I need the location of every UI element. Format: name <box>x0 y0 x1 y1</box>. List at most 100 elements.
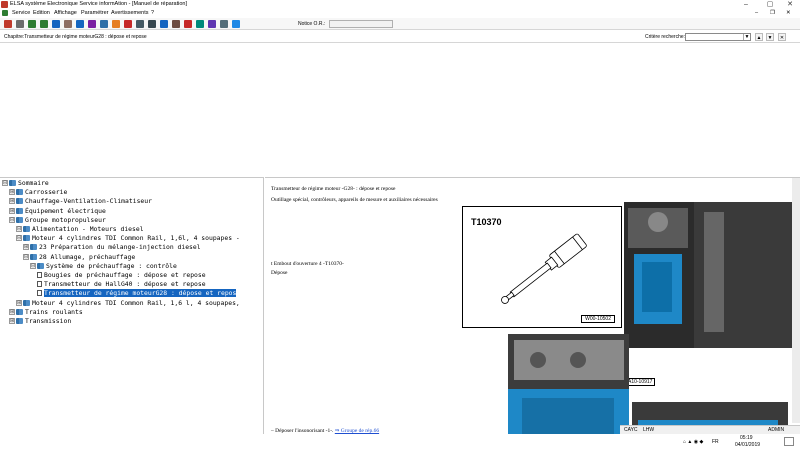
collapse-icon[interactable]: ⊟ <box>9 216 15 223</box>
critere-search-input[interactable]: ▼ <box>685 33 751 41</box>
expand-icon[interactable]: ⊞ <box>16 299 22 306</box>
tree-node[interactable]: ⊟ Système de préchauffage : contrôle <box>30 262 177 271</box>
tree-node[interactable]: ⊟ Alimentation - Moteurs diesel <box>16 225 144 234</box>
content-heading: Transmetteur de régime moteur -G28- : dé… <box>271 186 396 192</box>
catalog-icon[interactable] <box>172 20 180 28</box>
forward-icon[interactable] <box>40 20 48 28</box>
tree-node-label: 28 Allumage, préchauffage <box>39 252 136 261</box>
book-icon <box>23 299 30 306</box>
tree-node[interactable]: Bougies de préchauffage : dépose et repo… <box>37 271 206 280</box>
doc-restore-button[interactable]: ❐ <box>770 10 775 16</box>
tree-node-label: Transmetteur de régime moteurG28 : dépos… <box>44 289 237 298</box>
tree-node-label: Groupe motopropulseur <box>25 215 106 224</box>
zoom-icon[interactable] <box>220 20 228 28</box>
mail-icon[interactable] <box>208 20 216 28</box>
save-icon[interactable] <box>160 20 168 28</box>
collapse-icon[interactable]: ⊟ <box>23 253 29 260</box>
menu-parametrer[interactable]: Paramétrer <box>81 10 109 16</box>
notification-icon[interactable] <box>784 437 794 446</box>
critere-label: Critère recherche: <box>645 34 686 40</box>
tree-node-label: Équipement électrique <box>25 206 106 215</box>
tree-node[interactable]: ⊞ Moteur 4 cylindres TDI Common Rail, 1,6… <box>16 299 240 308</box>
expand-icon[interactable]: ⊞ <box>9 189 15 196</box>
menu-edition[interactable]: Edition <box>33 10 50 16</box>
tree-icon[interactable] <box>52 20 60 28</box>
tree-node[interactable]: ⊞ Équipement électrique <box>9 207 106 216</box>
tree-node[interactable]: ⊟ Moteur 4 cylindres TDI Common Rail, 1,6… <box>16 234 240 243</box>
tree-node[interactable]: ⊟ Sommaire <box>2 179 49 188</box>
expand-icon[interactable]: ⊞ <box>9 207 15 214</box>
content-scrollbar[interactable] <box>792 178 800 423</box>
tree-node[interactable]: Transmetteur de HallG40 : dépose et repo… <box>37 280 206 289</box>
engine-bottom-drawing <box>508 334 629 450</box>
home-icon[interactable] <box>88 20 96 28</box>
tree-node-label: Moteur 4 cylindres TDI Common Rail, 1,6 … <box>32 298 240 307</box>
info-icon[interactable] <box>76 20 84 28</box>
car-icon[interactable] <box>184 20 192 28</box>
status-caps: CAYC <box>624 427 638 433</box>
book-icon[interactable] <box>100 20 108 28</box>
content-panel: Transmetteur de régime moteur -G28- : dé… <box>265 177 800 450</box>
expand-icon[interactable]: ⊞ <box>23 244 29 251</box>
taskbar-icons[interactable]: ⌂ ▲ ◉ ◆ <box>683 439 703 445</box>
language-indicator[interactable]: FR <box>712 439 719 445</box>
tree-node-label: Bougies de préchauffage : dépose et repo… <box>44 271 206 279</box>
back-icon[interactable] <box>28 20 36 28</box>
expand-icon[interactable]: ⊞ <box>9 318 15 324</box>
doc-close-button[interactable]: ✕ <box>786 10 791 16</box>
notice-input[interactable] <box>329 20 393 28</box>
history-icon[interactable] <box>64 20 72 28</box>
tool-icon[interactable] <box>136 20 144 28</box>
menu-help[interactable]: ? <box>151 10 154 16</box>
minimize-button[interactable]: – <box>736 0 756 9</box>
tree-node-label: Trains roulants <box>25 307 83 316</box>
tree-node[interactable]: ⊞ Transmission <box>9 317 71 326</box>
note-icon[interactable] <box>196 20 204 28</box>
tree-node-label: Moteur 4 cylindres TDI Common Rail, 1,6l… <box>32 234 240 243</box>
tree-node-label: Transmetteur de HallG40 : dépose et repo… <box>44 280 206 289</box>
toolbar: Notice O.R.: <box>0 18 800 30</box>
socket-tool-drawing <box>501 233 587 304</box>
search-clear-button[interactable]: ✕ <box>778 33 786 41</box>
search-down-button[interactable]: ▼ <box>766 33 774 41</box>
tree-node[interactable]: ⊟ Groupe motopropulseur <box>9 216 106 225</box>
expand-icon[interactable]: ⊞ <box>9 308 15 315</box>
menu-service[interactable]: Service <box>12 10 30 16</box>
engine-photo-drawing <box>624 202 800 348</box>
tool-illustration: T10370 W00-10502 <box>462 206 622 328</box>
tools-intro: Outillage spécial, contrôleurs, appareil… <box>271 197 438 203</box>
tree-panel: ⊟ Sommaire ⊞ Carrosserie ⊞ Chauffage-Ventilat… <box>0 177 264 450</box>
doc-minimize-button[interactable]: – <box>755 10 758 16</box>
battery-icon[interactable] <box>148 20 156 28</box>
stop-icon[interactable] <box>124 20 132 28</box>
print-icon[interactable] <box>16 20 24 28</box>
book-icon <box>37 262 44 269</box>
menu-avertissements[interactable]: Avertissements <box>111 10 149 16</box>
search-up-button[interactable]: ▲ <box>755 33 763 41</box>
wiring-icon[interactable] <box>112 20 120 28</box>
tree-node[interactable]: ⊟ 28 Allumage, préchauffage <box>23 253 135 262</box>
help-icon[interactable] <box>232 20 240 28</box>
tree-node[interactable]: ⊞ Trains roulants <box>9 308 83 317</box>
title-bar: ELSA système Electronique Service inform… <box>0 0 800 9</box>
collapse-icon[interactable]: ⊟ <box>16 226 22 232</box>
tree-node[interactable]: ⊞ 23 Préparation du mélange-injection die… <box>23 243 201 252</box>
tool-reference: W00-10502 <box>581 315 615 323</box>
tree-node[interactable]: ⊞ Chauffage-Ventilation-Climatiseur <box>9 197 152 206</box>
chevron-down-icon[interactable]: ▼ <box>743 34 750 40</box>
clock-date: 04/01/2019 <box>735 442 761 448</box>
open-icon[interactable] <box>4 20 12 28</box>
collapse-icon[interactable]: ⊟ <box>30 262 36 269</box>
menu-affichage[interactable]: Affichage <box>54 10 77 16</box>
tree-node-label: Chauffage-Ventilation-Climatiseur <box>25 197 152 206</box>
depose-heading: Dépose <box>271 270 288 276</box>
collapse-icon[interactable]: ⊟ <box>16 235 22 242</box>
tree-node[interactable]: ⊞ Carrosserie <box>9 188 67 197</box>
expand-icon[interactable]: ⊞ <box>9 198 15 205</box>
tree-node[interactable]: Transmetteur de régime moteurG28 : dépos… <box>37 289 237 298</box>
maximize-button[interactable]: ▢ <box>760 0 780 9</box>
tree-node-label: Système de préchauffage : contrôle <box>46 261 177 270</box>
tool-item: t Embout d'ouverture 4 -T10370- <box>271 261 344 267</box>
collapse-icon[interactable]: ⊟ <box>2 180 8 186</box>
close-button[interactable]: ✕ <box>780 0 800 9</box>
